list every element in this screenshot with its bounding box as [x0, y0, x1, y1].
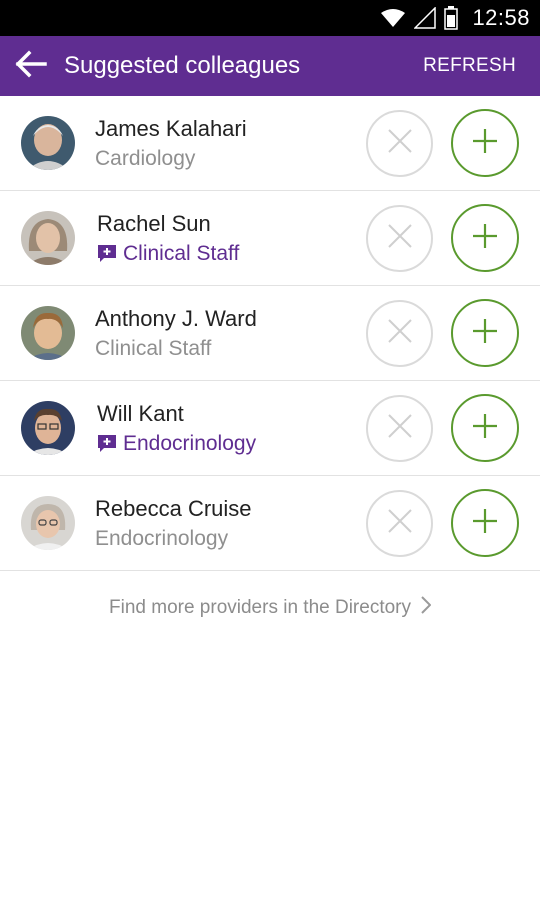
- dismiss-button[interactable]: [366, 300, 433, 367]
- wifi-icon: [380, 8, 406, 28]
- department-label: Clinical Staff: [95, 337, 212, 360]
- directory-link[interactable]: Find more providers in the Directory: [0, 596, 540, 620]
- add-colleague-button[interactable]: [451, 299, 519, 367]
- colleague-name[interactable]: Will Kant: [97, 401, 184, 427]
- department-label: Endocrinology: [123, 432, 257, 455]
- plus-icon: [472, 413, 498, 444]
- plus-icon: [472, 508, 498, 539]
- signal-icon: [414, 7, 437, 29]
- plus-icon: [472, 318, 498, 349]
- dismiss-button[interactable]: [366, 110, 433, 177]
- colleague-department: Endocrinology: [95, 527, 228, 551]
- colleague-department: Cardiology: [95, 147, 195, 171]
- add-colleague-button[interactable]: [451, 109, 519, 177]
- colleague-name[interactable]: Anthony J. Ward: [95, 306, 257, 332]
- list-item: James Kalahari Cardiology: [0, 96, 540, 191]
- department-label: Cardiology: [95, 147, 196, 170]
- colleague-department: Clinical Staff: [97, 242, 239, 266]
- battery-icon: [444, 6, 459, 30]
- dismiss-button[interactable]: [366, 205, 433, 272]
- avatar[interactable]: [21, 401, 75, 455]
- chevron-right-icon: [421, 596, 432, 620]
- app-bar: Suggested colleagues REFRESH: [0, 36, 540, 96]
- colleague-department: Clinical Staff: [95, 337, 211, 361]
- colleague-name[interactable]: Rachel Sun: [97, 211, 211, 237]
- avatar[interactable]: [21, 306, 75, 360]
- list-item: Rachel Sun Clinical Staff: [0, 191, 540, 286]
- list-item: Will Kant Endocrinology: [0, 381, 540, 476]
- colleague-department: Endocrinology: [97, 432, 256, 456]
- page-title: Suggested colleagues: [64, 52, 301, 79]
- status-bar: 12:58: [0, 0, 540, 36]
- close-icon: [387, 318, 413, 349]
- colleague-name[interactable]: James Kalahari: [95, 116, 247, 142]
- directory-link-label: Find more providers in the Directory: [109, 597, 411, 618]
- plus-icon: [472, 128, 498, 159]
- status-time: 12:58: [472, 5, 530, 30]
- message-icon: [97, 244, 117, 264]
- add-colleague-button[interactable]: [451, 204, 519, 272]
- close-icon: [387, 413, 413, 444]
- close-icon: [387, 128, 413, 159]
- message-icon: [97, 434, 117, 454]
- arrow-left-icon: [15, 50, 47, 83]
- add-colleague-button[interactable]: [451, 489, 519, 557]
- department-label: Clinical Staff: [123, 242, 240, 265]
- colleague-name[interactable]: Rebecca Cruise: [95, 496, 252, 522]
- back-button[interactable]: [0, 36, 62, 96]
- avatar[interactable]: [21, 496, 75, 550]
- list-item: Anthony J. Ward Clinical Staff: [0, 286, 540, 381]
- avatar[interactable]: [21, 211, 75, 265]
- dismiss-button[interactable]: [366, 490, 433, 557]
- department-label: Endocrinology: [95, 527, 229, 550]
- colleague-list: James Kalahari Cardiology Rachel Sun Cli…: [0, 96, 540, 571]
- close-icon: [387, 508, 413, 539]
- refresh-button[interactable]: REFRESH: [411, 36, 540, 96]
- dismiss-button[interactable]: [366, 395, 433, 462]
- plus-icon: [472, 223, 498, 254]
- list-item: Rebecca Cruise Endocrinology: [0, 476, 540, 571]
- add-colleague-button[interactable]: [451, 394, 519, 462]
- avatar[interactable]: [21, 116, 75, 170]
- close-icon: [387, 223, 413, 254]
